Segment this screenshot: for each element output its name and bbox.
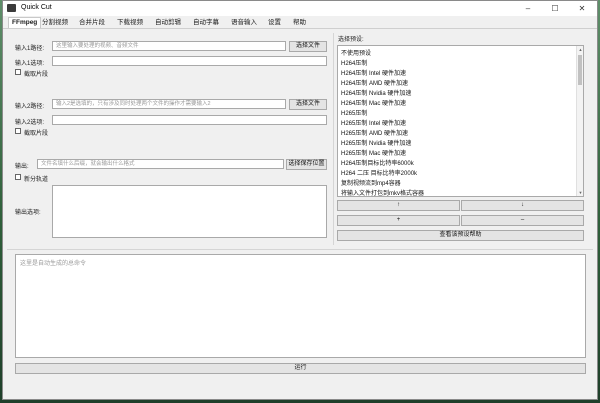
panel-divider	[333, 33, 334, 245]
preset-item[interactable]: H265压制 AMD 硬件加速	[341, 128, 408, 137]
tab-help[interactable]: 帮助	[289, 17, 310, 29]
add-preset-button[interactable]: +	[337, 215, 460, 226]
input2-path-field[interactable]: 输入2是选填的，只有涉及同时处理两个文件的操作才需要输入2	[52, 99, 286, 109]
title-bar: Quick Cut – ☐ ✕	[3, 1, 597, 16]
tab-settings[interactable]: 设置	[264, 17, 285, 29]
choose-save-location-button[interactable]: 选择保存位置	[286, 159, 327, 170]
input2-clip-checkbox[interactable]	[15, 128, 21, 134]
input2-choose-file-button[interactable]: 选择文件	[289, 99, 327, 110]
preset-help-button[interactable]: 查看该预设帮助	[337, 230, 584, 241]
tab-ffmpeg[interactable]: FFmpeg	[8, 17, 42, 28]
input2-options-field[interactable]	[52, 115, 327, 125]
presets-label: 选择预设:	[338, 37, 364, 43]
input1-clip-checkbox[interactable]	[15, 69, 21, 75]
scrollbar-thumb[interactable]	[578, 55, 582, 85]
output-options-label: 输出选项:	[15, 210, 41, 216]
input1-path-label: 输入1路径:	[15, 46, 45, 52]
input1-choose-file-button[interactable]: 选择文件	[289, 41, 327, 52]
input2-clip-label: 截取片段	[24, 131, 49, 137]
preset-item[interactable]: H265压制	[341, 108, 367, 117]
preset-item[interactable]: 将输入文件打包到mkv格式容器	[341, 188, 424, 196]
preset-item[interactable]: H264压制目标比特率6000k	[341, 158, 414, 167]
minimize-button[interactable]: –	[518, 2, 538, 15]
move-preset-down-button[interactable]: ↓	[461, 200, 584, 211]
tab-download-video[interactable]: 下载视频	[113, 17, 147, 29]
output-split-checkbox[interactable]	[15, 174, 21, 180]
preset-item[interactable]: H264压制 AMD 硬件加速	[341, 78, 408, 87]
preset-item[interactable]: H264压制 Intel 硬件加速	[341, 68, 406, 77]
section-divider	[7, 249, 593, 250]
tab-auto-edit[interactable]: 自动剪辑	[151, 17, 185, 29]
right-panel: 选择预设: 不使用预设 H264压制 H264压制 Intel 硬件加速 H26…	[337, 31, 595, 245]
preset-item[interactable]: H265压制 Mac 硬件加速	[341, 148, 406, 157]
preset-item[interactable]: H264压制 Mac 硬件加速	[341, 98, 406, 107]
left-panel: 输入1路径: 这里输入要处理的视频、音频文件 选择文件 输入1选项: 截取片段 …	[7, 31, 331, 245]
preset-item[interactable]: H264压制 Nvidia 硬件加速	[341, 88, 411, 97]
input1-options-label: 输入1选项:	[15, 61, 45, 67]
close-button[interactable]: ✕	[572, 2, 592, 15]
output-split-label: 新分轨道	[24, 177, 49, 183]
preset-item[interactable]: 复制视频流到mp4容器	[341, 178, 401, 187]
output-options-field[interactable]	[52, 185, 327, 238]
remove-preset-button[interactable]: –	[461, 215, 584, 226]
app-logo-icon	[7, 4, 16, 12]
output-label: 输出:	[15, 164, 29, 170]
tab-auto-subtitle[interactable]: 自动字幕	[189, 17, 223, 29]
maximize-button[interactable]: ☐	[545, 2, 565, 15]
preset-item[interactable]: H264压制	[341, 58, 367, 67]
tab-voice-input[interactable]: 语音输入	[227, 17, 261, 29]
input1-path-field[interactable]: 这里输入要处理的视频、音频文件	[52, 41, 286, 51]
tab-split-video[interactable]: 分割视频	[38, 17, 72, 29]
preset-item[interactable]: H264 二压 目标比特率2000k	[341, 168, 417, 177]
scroll-up-arrow-icon[interactable]: ▲	[577, 47, 583, 52]
output-path-field[interactable]: 文件名填什么后缀，就会输出什么格式	[37, 159, 284, 169]
scroll-down-arrow-icon[interactable]: ▼	[577, 190, 583, 195]
app-window: Quick Cut – ☐ ✕ FFmpeg 分割视频 合并片段 下载视频 自动…	[2, 0, 598, 400]
input1-options-field[interactable]	[52, 56, 327, 66]
input1-clip-label: 截取片段	[24, 72, 49, 78]
window-title: Quick Cut	[21, 4, 52, 11]
move-preset-up-button[interactable]: ↑	[337, 200, 460, 211]
input2-options-label: 输入2选项:	[15, 120, 45, 126]
command-output-area[interactable]: 这里是自动生成的总命令	[15, 254, 586, 358]
preset-item[interactable]: H265压制 Nvidia 硬件加速	[341, 138, 411, 147]
tab-merge-clips[interactable]: 合并片段	[75, 17, 109, 29]
preset-list[interactable]: 不使用预设 H264压制 H264压制 Intel 硬件加速 H264压制 AM…	[337, 45, 584, 197]
input2-path-label: 输入2路径:	[15, 104, 45, 110]
tab-bar: FFmpeg 分割视频 合并片段 下载视频 自动剪辑 自动字幕 语音输入 设置 …	[3, 16, 597, 29]
run-button[interactable]: 运行	[15, 363, 586, 374]
preset-item[interactable]: H265压制 Intel 硬件加速	[341, 118, 406, 127]
preset-list-scrollbar[interactable]: ▲ ▼	[576, 46, 583, 196]
preset-item[interactable]: 不使用预设	[341, 48, 371, 57]
